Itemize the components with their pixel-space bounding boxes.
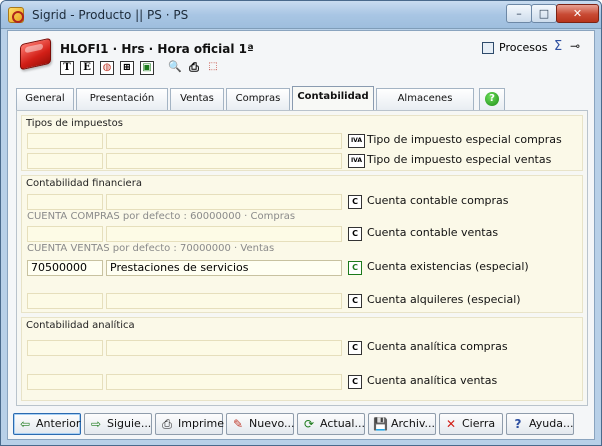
cuenta-existencias-code-input[interactable]: 70500000 (27, 260, 103, 276)
calculator-icon[interactable]: ▣ (140, 61, 154, 75)
help-globe-icon: ? (514, 417, 522, 431)
button-label: Ayuda... (529, 417, 574, 430)
pdf-icon[interactable]: ⬚ (206, 61, 220, 75)
section-title: Contabilidad financiera (26, 178, 142, 189)
help-icon: ? (485, 92, 499, 106)
button-label: Archiv... (391, 417, 436, 430)
edit-icon[interactable]: E (80, 61, 94, 75)
product-brick-icon (20, 37, 51, 71)
impuesto-ventas-label: Tipo de impuesto especial ventas (367, 153, 552, 166)
sigma-icon[interactable]: Σ (554, 39, 562, 54)
cuenta-icon[interactable]: C (348, 195, 362, 209)
analitica-compras-label: Cuenta analítica compras (367, 340, 508, 353)
cuenta-alquileres-label: Cuenta alquileres (especial) (367, 293, 521, 306)
iva-icon[interactable]: IVA (348, 154, 365, 168)
siguiente-button[interactable]: ⇨ Siguie... (84, 413, 152, 435)
impuesto-compras-code-input[interactable] (27, 133, 103, 149)
save-icon: 💾 (373, 417, 388, 431)
cuenta-existencias-label: Cuenta existencias (especial) (367, 260, 529, 273)
cuenta-icon[interactable]: C (348, 341, 362, 355)
analitica-ventas-desc-input[interactable] (106, 374, 342, 390)
cuenta-compras-desc-input[interactable] (106, 194, 342, 210)
button-label: Cierra (462, 417, 496, 430)
refresh-icon: ⟳ (303, 417, 315, 431)
cuenta-ventas-label: Cuenta contable ventas (367, 226, 499, 239)
section-title: Contabilidad analítica (26, 320, 135, 331)
button-label: Actual... (320, 417, 365, 430)
tab-help[interactable]: ? (479, 88, 505, 110)
close-button[interactable]: ✕ (556, 4, 599, 23)
impuesto-compras-desc-input[interactable] (106, 133, 342, 149)
button-label: Nuevo... (249, 417, 295, 430)
color-wheel-icon[interactable]: ◍ (100, 61, 114, 75)
tab-presentacion[interactable]: Presentación (76, 88, 168, 110)
arrow-right-icon: ⇨ (90, 417, 102, 431)
section-tipos-impuestos: Tipos de impuestos IVA Tipo de impuesto … (21, 115, 583, 171)
pin-icon[interactable]: ⊸ (570, 39, 580, 53)
impuesto-ventas-desc-input[interactable] (106, 153, 342, 169)
nuevo-button[interactable]: ✎ Nuevo... (226, 413, 295, 435)
image-icon[interactable]: ⊞ (120, 61, 134, 75)
action-bar: ⇦ Anterior ⇨ Siguie... ⎙ Imprime ✎ Nuevo… (8, 411, 594, 439)
cuenta-alquileres-desc-input[interactable] (106, 293, 342, 309)
archivar-button[interactable]: 💾 Archiv... (368, 413, 436, 435)
impuesto-ventas-code-input[interactable] (27, 153, 103, 169)
button-label: Imprime (178, 417, 225, 430)
cuenta-icon[interactable]: C (348, 294, 362, 308)
cuenta-ventas-code-input[interactable] (27, 226, 103, 242)
app-window: Sigrid - Producto || PS · PS – □ ✕ HLOFI… (0, 0, 602, 446)
procesos-icon[interactable] (482, 42, 494, 54)
actualizar-button[interactable]: ⟳ Actual... (297, 413, 365, 435)
cuenta-alquileres-code-input[interactable] (27, 293, 103, 309)
content-area: HLOFI1 · Hrs · Hora oficial 1ª T E ◍ ⊞ ▣… (7, 30, 595, 440)
tab-compras[interactable]: Compras (226, 88, 290, 110)
procesos-button[interactable]: Procesos (499, 41, 547, 54)
impuesto-compras-label: Tipo de impuesto especial compras (367, 133, 562, 146)
print-icon[interactable]: ⎙ (187, 61, 201, 75)
cuenta-icon[interactable]: C (348, 261, 362, 275)
cierra-button[interactable]: ✕ Cierra (439, 413, 503, 435)
analitica-ventas-label: Cuenta analítica ventas (367, 374, 498, 387)
tab-bar: General Presentación Ventas Compras Cont… (16, 86, 586, 110)
cuenta-ventas-hint: CUENTA VENTAS por defecto : 70000000 · V… (27, 243, 275, 254)
cuenta-ventas-desc-input[interactable] (106, 226, 342, 242)
tab-almacenes[interactable]: Almacenes (376, 88, 474, 110)
section-title: Tipos de impuestos (26, 118, 123, 129)
maximize-button[interactable]: □ (531, 4, 557, 23)
tab-general[interactable]: General (16, 88, 74, 110)
iva-icon[interactable]: IVA (348, 134, 365, 148)
new-record-icon: ✎ (232, 417, 244, 431)
tab-ventas[interactable]: Ventas (170, 88, 224, 110)
minimize-button[interactable]: – (506, 4, 532, 23)
title-bar[interactable]: Sigrid - Producto || PS · PS – □ ✕ (1, 1, 601, 29)
cuenta-compras-code-input[interactable] (27, 194, 103, 210)
cuenta-compras-hint: CUENTA COMPRAS por defecto : 60000000 · … (27, 211, 296, 222)
section-contabilidad-financiera: Contabilidad financiera C Cuenta contabl… (21, 175, 583, 313)
imprime-button[interactable]: ⎙ Imprime (155, 413, 225, 435)
preview-icon[interactable]: 🔍 (168, 61, 182, 75)
ayuda-button[interactable]: ? Ayuda... (506, 413, 574, 435)
arrow-left-icon: ⇦ (19, 417, 31, 431)
analitica-compras-code-input[interactable] (27, 340, 103, 356)
cuenta-icon[interactable]: C (348, 227, 362, 241)
product-title: HLOFI1 · Hrs · Hora oficial 1ª (60, 42, 254, 56)
cuenta-existencias-desc-input[interactable]: Prestaciones de servicios (106, 260, 342, 276)
button-label: Siguie... (107, 417, 152, 430)
tab-contabilidad[interactable]: Contabilidad (292, 86, 374, 110)
close-x-icon: ✕ (445, 417, 457, 431)
analitica-compras-desc-input[interactable] (106, 340, 342, 356)
window-title: Sigrid - Producto || PS · PS (32, 8, 189, 22)
text-format-icon[interactable]: T (60, 61, 74, 75)
cuenta-icon[interactable]: C (348, 375, 362, 389)
product-header: HLOFI1 · Hrs · Hora oficial 1ª T E ◍ ⊞ ▣… (8, 31, 594, 83)
analitica-ventas-code-input[interactable] (27, 374, 103, 390)
printer-icon: ⎙ (162, 417, 172, 431)
app-icon (8, 7, 24, 23)
button-label: Anterior (36, 417, 81, 430)
section-contabilidad-analitica: Contabilidad analítica C Cuenta analític… (21, 317, 583, 401)
anterior-button[interactable]: ⇦ Anterior (13, 413, 81, 435)
contabilidad-panel: Tipos de impuestos IVA Tipo de impuesto … (16, 110, 588, 406)
cuenta-compras-label: Cuenta contable compras (367, 194, 509, 207)
